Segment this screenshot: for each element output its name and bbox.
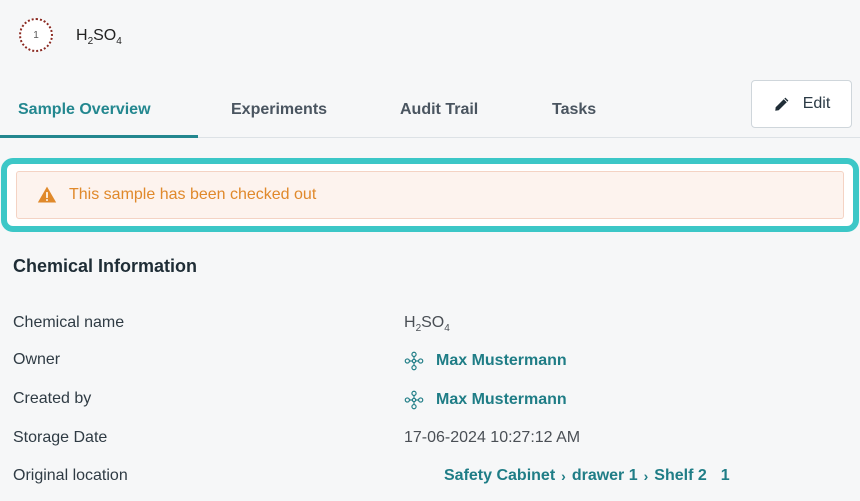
created-by-link[interactable]: Max Mustermann <box>404 390 567 410</box>
field-storage-date: Storage Date 17-06-2024 10:27:12 AM <box>0 429 860 455</box>
field-label: Created by <box>13 390 92 407</box>
location-position[interactable]: 1 <box>721 467 730 485</box>
field-value: H2SO4 <box>404 314 450 335</box>
chevron-right-icon: › <box>643 468 649 484</box>
tab-bar: Sample Overview Experiments Audit Trail … <box>0 80 860 138</box>
location-shelf[interactable]: Shelf 2 <box>654 467 706 485</box>
sample-title: H2SO4 <box>76 27 122 48</box>
chevron-right-icon: › <box>561 468 566 484</box>
owner-link[interactable]: Max Mustermann <box>404 351 567 371</box>
field-chemical-name: Chemical name H2SO4 <box>0 314 860 340</box>
location-safety-cabinet[interactable]: Safety Cabinet <box>444 467 555 485</box>
field-label: Chemical name <box>13 314 125 331</box>
location-breadcrumb: Safety Cabinet › drawer 1 › Shelf 2 1 <box>444 467 730 485</box>
user-network-icon <box>404 351 424 371</box>
alert-highlight: This sample has been checked out <box>1 158 859 232</box>
edit-button-label: Edit <box>802 95 831 112</box>
field-label: Original location <box>13 467 128 484</box>
tab-tasks[interactable]: Tasks <box>552 101 596 119</box>
field-owner: Owner Max Mustermann <box>0 351 860 377</box>
checked-out-alert: This sample has been checked out <box>16 171 844 219</box>
field-created-by: Created by Max Mustermann <box>0 390 860 416</box>
tab-experiments[interactable]: Experiments <box>231 101 327 119</box>
field-label: Storage Date <box>13 429 108 446</box>
user-network-icon <box>404 390 424 410</box>
pencil-icon <box>774 97 789 111</box>
active-tab-indicator <box>0 135 198 138</box>
sample-number: 1 <box>33 29 39 41</box>
field-value: 17-06-2024 10:27:12 AM <box>404 429 581 446</box>
field-label: Owner <box>13 351 61 368</box>
alert-message: This sample has been checked out <box>69 186 317 203</box>
tab-audit-trail[interactable]: Audit Trail <box>400 101 478 119</box>
field-original-location: Original location Safety Cabinet › drawe… <box>0 467 860 493</box>
sample-number-badge: 1 <box>19 18 53 52</box>
sample-header: 1 H2SO4 <box>0 0 860 75</box>
location-drawer[interactable]: drawer 1 <box>572 467 638 485</box>
warning-icon <box>37 186 57 203</box>
edit-button[interactable]: Edit <box>751 80 852 128</box>
tab-sample-overview[interactable]: Sample Overview <box>18 101 151 119</box>
section-title: Chemical Information <box>13 256 198 276</box>
